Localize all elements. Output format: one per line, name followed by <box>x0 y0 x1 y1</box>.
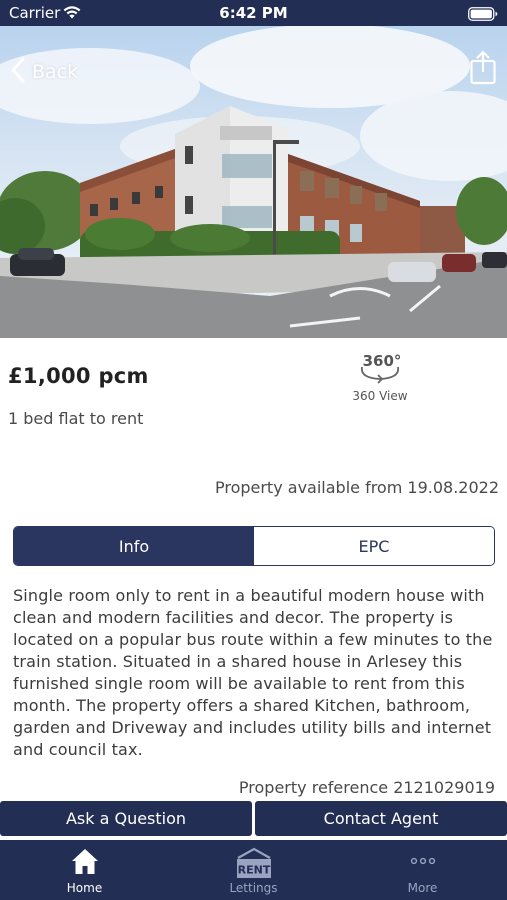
battery-icon <box>468 6 498 25</box>
tabbar-label-more: More <box>407 881 438 895</box>
360-badge-text: 360° <box>363 352 402 370</box>
contact-agent-button[interactable]: Contact Agent <box>255 801 507 836</box>
availability-date: Property available from 19.08.2022 <box>214 478 499 497</box>
property-reference: Property reference 2121029019 <box>238 778 495 797</box>
chevron-left-icon <box>10 57 26 87</box>
price-label: £1,000 pcm <box>8 364 149 388</box>
back-label: Back <box>32 61 79 83</box>
info-epc-tabs: Info EPC <box>13 526 495 566</box>
back-button[interactable]: Back <box>10 56 78 88</box>
property-description: Single room only to rent in a beautiful … <box>13 586 493 759</box>
view-360-label: 360 View <box>352 389 408 403</box>
status-bar: Carrier 6:42 PM <box>0 0 507 26</box>
tabbar-item-lettings[interactable]: RENT Lettings <box>169 840 338 900</box>
view-360-button[interactable]: 360° 360 View <box>340 348 420 408</box>
tab-info[interactable]: Info <box>14 527 254 565</box>
share-icon <box>469 50 497 90</box>
tab-epc[interactable]: EPC <box>254 527 494 565</box>
tabbar-label-lettings: Lettings <box>229 881 278 895</box>
tabbar-item-more[interactable]: More <box>338 840 507 900</box>
rent-sign-icon: RENT <box>234 846 274 884</box>
share-button[interactable] <box>469 50 497 86</box>
home-icon <box>70 846 100 880</box>
ask-question-button[interactable]: Ask a Question <box>0 801 252 836</box>
tabbar-item-home[interactable]: Home <box>0 840 169 900</box>
rent-sign-text: RENT <box>237 864 270 877</box>
tabbar-label-home: Home <box>66 881 103 895</box>
more-dots-icon <box>408 846 438 880</box>
property-photo[interactable]: Back <box>0 26 507 338</box>
clock: 6:42 PM <box>219 4 288 22</box>
bottom-tab-bar: Home RENT Lettings More <box>0 840 507 900</box>
property-type: 1 bed flat to rent <box>8 409 144 428</box>
action-bar: Ask a Question Contact Agent <box>0 801 507 836</box>
